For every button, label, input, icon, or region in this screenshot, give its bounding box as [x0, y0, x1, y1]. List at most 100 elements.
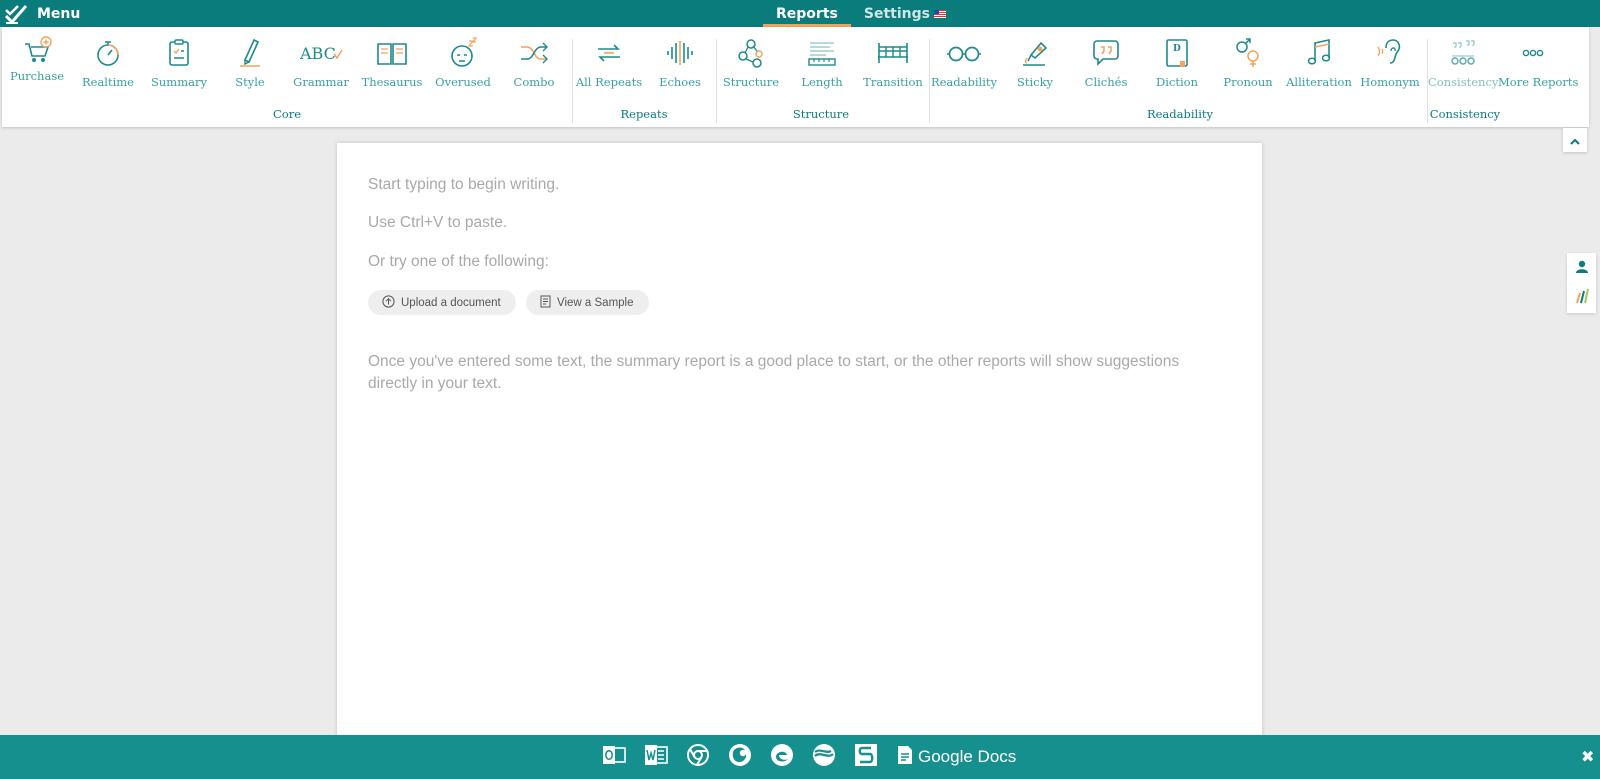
repeat-arrows-icon — [574, 37, 644, 69]
close-integrations-button[interactable]: ✖ — [1581, 747, 1594, 766]
account-button[interactable] — [1567, 253, 1596, 283]
edge-icon — [770, 743, 794, 771]
view-sample-label: View a Sample — [557, 296, 634, 309]
tab-reports-label: Reports — [776, 5, 838, 22]
combo-label: Combo — [513, 75, 555, 89]
sticky-button[interactable]: Sticky — [1000, 37, 1070, 89]
structure-button[interactable]: Structure — [716, 37, 786, 89]
overused-button[interactable]: Overused — [428, 37, 498, 89]
clipboard-icon — [144, 37, 214, 69]
view-sample-button[interactable]: View a Sample — [526, 290, 649, 315]
outlook-integration-button[interactable] — [602, 745, 626, 769]
upload-document-button[interactable]: Upload a document — [368, 290, 516, 315]
purchase-label: Purchase — [9, 69, 65, 83]
outlook-icon — [602, 744, 626, 770]
combo-button[interactable]: Combo — [499, 37, 569, 89]
group-label-repeats: Repeats — [620, 107, 668, 121]
homonym-label: Homonym — [1360, 75, 1420, 89]
book-icon — [357, 37, 427, 69]
chrome-icon — [686, 743, 710, 771]
firefox-icon — [728, 743, 752, 771]
word-icon — [644, 744, 668, 770]
pronoun-label: Pronoun — [1223, 75, 1273, 89]
transition-button[interactable]: Transition — [858, 37, 928, 89]
pen-icon — [215, 37, 285, 69]
sticky-label: Sticky — [1016, 75, 1054, 89]
summary-hint-text: Once you've entered some text, the summa… — [368, 353, 1180, 392]
group-label-core: Core — [272, 107, 302, 121]
more-dots-icon — [1498, 37, 1568, 69]
structure-label: Structure — [722, 75, 780, 89]
google-docs-integration-button[interactable]: Google Docs — [897, 744, 1016, 770]
echoes-label: Echoes — [659, 75, 701, 89]
all-repeats-button[interactable]: All Repeats — [574, 37, 644, 89]
length-button[interactable]: Length — [787, 37, 857, 89]
more-reports-button[interactable]: More Reports — [1498, 37, 1579, 89]
group-label-readability: Readability — [1146, 107, 1214, 121]
collapse-ribbon-button[interactable] — [1563, 128, 1587, 152]
user-icon — [1575, 259, 1589, 278]
placeholder-paste: Use Ctrl+V to paste. — [368, 214, 508, 231]
tab-reports[interactable]: Reports — [763, 0, 851, 27]
glue-icon — [1000, 37, 1070, 69]
word-integration-button[interactable] — [644, 745, 668, 769]
google-docs-icon — [897, 745, 913, 770]
purchase-button[interactable]: Purchase — [2, 35, 72, 87]
consistency-label: Consistency — [1428, 75, 1499, 89]
ruler-lines-icon — [787, 37, 857, 69]
summary-button[interactable]: Summary — [144, 37, 214, 89]
music-note-icon — [1284, 37, 1354, 69]
scrivener-icon — [854, 743, 878, 771]
thesaurus-label: Thesaurus — [361, 75, 423, 89]
chrome-integration-button[interactable] — [686, 743, 710, 771]
echoes-button[interactable]: Echoes — [645, 37, 715, 89]
edge-integration-button[interactable] — [770, 743, 794, 771]
overused-label: Overused — [435, 75, 491, 89]
tab-settings-label: Settings — [863, 5, 930, 22]
menu-label: Menu — [37, 5, 81, 22]
cart-icon — [2, 35, 72, 67]
us-flag-icon — [933, 9, 946, 18]
safari-integration-button[interactable] — [812, 744, 836, 769]
stats-button[interactable] — [1567, 283, 1596, 313]
group-label-consistency: Consistency — [1429, 107, 1501, 121]
grammar-label: Grammar — [293, 75, 349, 89]
abc-check-icon: ABC — [286, 37, 356, 69]
dictionary-icon: D — [1142, 37, 1212, 69]
editor-page[interactable]: Start typing to begin writing. Use Ctrl+… — [337, 143, 1262, 743]
placeholder-try-following: Or try one of the following: — [368, 253, 549, 270]
scrivener-integration-button[interactable] — [854, 743, 878, 771]
pronoun-button[interactable]: Pronoun — [1213, 37, 1283, 89]
soundwave-icon — [645, 37, 715, 69]
ear-sound-icon — [1355, 37, 1425, 69]
cliches-label: Clichés — [1084, 75, 1128, 89]
all-repeats-label: All Repeats — [575, 75, 643, 89]
tab-settings[interactable]: Settings — [851, 0, 959, 27]
consistency-button[interactable]: Consistency — [1428, 37, 1498, 89]
readability-button[interactable]: Readability — [929, 37, 999, 89]
more-reports-label: More Reports — [1498, 75, 1579, 89]
prowritingaid-logo-icon — [4, 4, 28, 24]
firefox-integration-button[interactable] — [728, 743, 752, 771]
sleepy-face-icon — [428, 37, 498, 69]
diction-label: Diction — [1156, 75, 1198, 89]
grammar-button[interactable]: ABC Grammar — [286, 37, 356, 89]
transition-label: Transition — [863, 75, 923, 89]
document-icon — [540, 295, 557, 311]
length-label: Length — [801, 75, 843, 89]
diction-button[interactable]: D Diction — [1142, 37, 1212, 89]
homonym-button[interactable]: Homonym — [1355, 37, 1425, 89]
realtime-button[interactable]: Realtime — [73, 37, 143, 89]
reports-ribbon: Purchase Realtime Summary Style ABC Gram… — [2, 27, 1589, 127]
style-button[interactable]: Style — [215, 37, 285, 89]
side-panel — [1567, 253, 1596, 313]
nodes-icon — [716, 37, 786, 69]
stopwatch-icon — [73, 37, 143, 69]
svg-text:D: D — [1173, 44, 1181, 54]
readability-label: Readability — [930, 75, 998, 89]
alliteration-button[interactable]: Alliteration — [1284, 37, 1354, 89]
cliches-button[interactable]: Clichés — [1071, 37, 1141, 89]
thesaurus-button[interactable]: Thesaurus — [357, 37, 427, 89]
menu-button[interactable]: Menu — [4, 0, 80, 27]
summary-label: Summary — [151, 75, 207, 89]
